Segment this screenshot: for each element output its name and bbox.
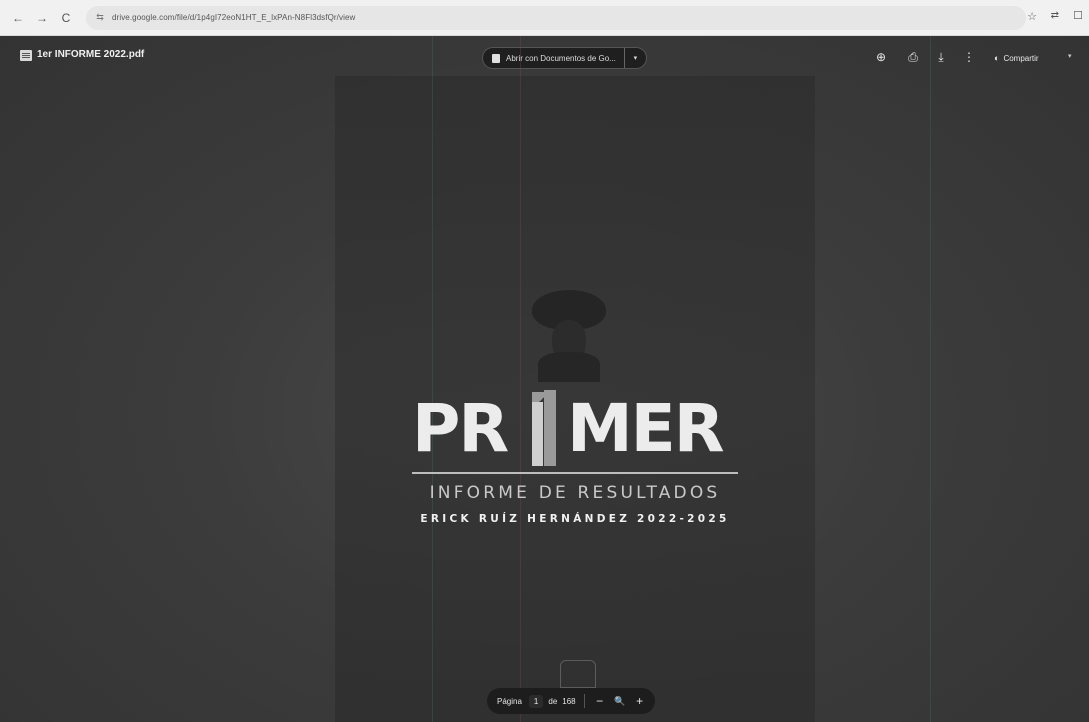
title-pillar-logo — [532, 388, 558, 470]
cover-author: ERICK RUÍZ HERNÁNDEZ 2022-2025 — [420, 513, 730, 525]
cover-subtitle: INFORME DE RESULTADOS — [429, 483, 721, 503]
back-arrow-icon[interactable]: ← — [8, 8, 28, 28]
site-info-icon[interactable]: ⇆ — [94, 12, 106, 24]
portrait-illustration — [528, 290, 608, 382]
page-controls: Página 1 de 168 − 🔍 + — [487, 688, 655, 714]
browser-toolbar: ← → C ⇆ drive.google.com/file/d/1p4gI72e… — [0, 0, 1089, 36]
window-icon[interactable]: ☐ — [1073, 9, 1083, 22]
pillar-left — [532, 402, 543, 466]
share-button[interactable]: ◐ Compartir — [994, 48, 1039, 68]
print-icon[interactable]: ⎙ — [906, 50, 920, 65]
zoom-out-icon[interactable]: − — [593, 694, 607, 708]
portrait-body — [538, 352, 600, 382]
pdf-file-icon — [20, 50, 32, 61]
scan-line — [930, 36, 931, 722]
page-label: Página — [497, 696, 522, 706]
docs-icon — [492, 53, 500, 63]
bookmark-star-icon[interactable]: ☆ — [1027, 10, 1037, 23]
reload-icon[interactable]: C — [56, 8, 76, 28]
page-total: 168 — [562, 696, 576, 706]
share-dropdown-icon[interactable]: ▾ — [1068, 52, 1072, 60]
title-divider — [412, 472, 738, 474]
address-bar[interactable]: ⇆ drive.google.com/file/d/1p4gI72eoN1HT_… — [86, 5, 1026, 30]
open-with-dropdown-icon[interactable]: ▾ — [623, 48, 646, 68]
page-number-input[interactable]: 1 — [528, 694, 544, 708]
more-options-icon[interactable]: ⋮ — [962, 50, 976, 64]
open-with-main[interactable]: Abrir con Documentos de Go... — [483, 48, 624, 68]
title-text-left: PR — [412, 390, 509, 467]
share-globe-icon: ◐ — [994, 53, 1000, 63]
zoom-in-icon[interactable]: + — [633, 694, 647, 708]
title-text-right: MER — [567, 390, 725, 467]
extensions-icon[interactable]: ⇄ — [1051, 10, 1059, 21]
crest-emblem — [560, 660, 596, 688]
forward-arrow-icon[interactable]: → — [32, 8, 52, 28]
scan-line — [432, 36, 433, 722]
zoom-icon[interactable]: 🔍 — [613, 696, 627, 707]
page-of-label: de — [548, 696, 558, 706]
open-with-label: Abrir con Documentos de Go... — [506, 53, 616, 63]
file-name: 1er INFORME 2022.pdf — [37, 49, 145, 60]
pillar-right — [544, 390, 556, 466]
share-label: Compartir — [1003, 53, 1039, 63]
cover-title: PR MER — [412, 388, 738, 470]
download-icon[interactable]: ⤓ — [934, 50, 948, 65]
scan-line — [520, 36, 521, 722]
add-comment-icon[interactable]: ⊕ — [874, 50, 888, 64]
url-text[interactable]: drive.google.com/file/d/1p4gI72eoN1HT_E_… — [112, 13, 355, 22]
controls-divider — [583, 694, 585, 708]
open-with-button[interactable]: Abrir con Documentos de Go... ▾ — [482, 47, 647, 69]
viewer-header: 1er INFORME 2022.pdf Abrir con Documento… — [0, 36, 1089, 80]
